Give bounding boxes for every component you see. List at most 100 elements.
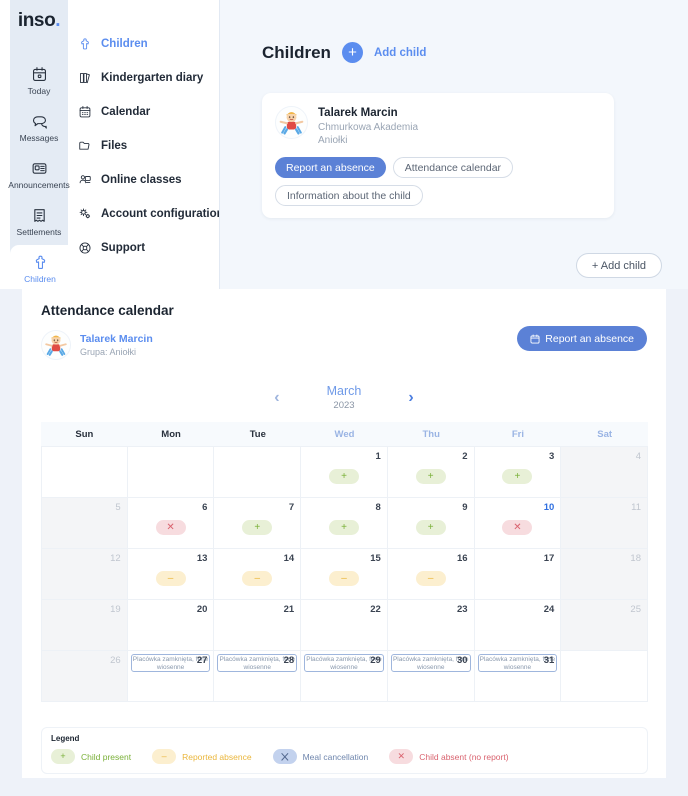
attendance-title: Attendance calendar xyxy=(41,303,174,318)
calendar-day-cell[interactable]: 20 xyxy=(127,600,215,651)
attendance-status-absent-rep[interactable]: – xyxy=(415,571,446,586)
month-navigation: ‹ March 2023 › xyxy=(22,384,666,412)
children-icon xyxy=(35,255,45,269)
rail-item-messages[interactable]: Messages xyxy=(10,104,68,151)
attendance-status-present[interactable]: + xyxy=(328,469,359,484)
nav-item-label: Support xyxy=(101,241,146,254)
announcements-icon xyxy=(32,162,46,174)
calendar-day-cell[interactable]: 8 + xyxy=(301,498,388,549)
calendar-day-cell[interactable]: 3 + xyxy=(474,447,562,498)
nav-item-account-configuration[interactable]: Account configuration xyxy=(78,202,224,225)
student-name[interactable]: Talarek Marcin xyxy=(80,333,153,346)
calendar-day-cell[interactable]: 2 + xyxy=(387,447,475,498)
calendar-day-cell[interactable]: 14– xyxy=(214,549,302,600)
calendar-icon xyxy=(530,334,540,343)
next-month-button[interactable]: › xyxy=(408,390,413,406)
attendance-status-present[interactable]: + xyxy=(242,520,273,535)
child-name: Talarek Marcin xyxy=(318,107,398,119)
rail-item-label: Announcements xyxy=(8,179,70,190)
top-section: inso. Today Messages Announcements Settleme… xyxy=(0,0,688,292)
calendar-weekday-header: Sun Mon Tue Wed Thu Fri Sat xyxy=(41,422,648,446)
calendar-day-cell[interactable]: 22 xyxy=(301,600,388,651)
child-avatar-icon xyxy=(276,107,307,138)
rail-item-today[interactable]: Today xyxy=(10,57,68,104)
nav-item-children[interactable]: Children xyxy=(78,32,218,55)
month-year: 2023 xyxy=(333,400,355,411)
folder-icon xyxy=(79,141,90,150)
nav-item-calendar[interactable]: Calendar xyxy=(78,100,218,123)
calendar-day-cell[interactable]: 5 xyxy=(41,498,128,549)
calendar-day-cell[interactable]: 7 + xyxy=(214,498,302,549)
day-number: 5 xyxy=(115,502,121,513)
calendar-day-cell[interactable]: 19 xyxy=(41,600,128,651)
attendance-status-present[interactable]: + xyxy=(415,520,446,535)
prev-month-button[interactable]: ‹ xyxy=(274,390,279,406)
day-number: 20 xyxy=(196,604,208,615)
calendar-day-cell[interactable]: 17 xyxy=(474,549,562,600)
report-absence-button[interactable]: Report an absence xyxy=(517,326,647,351)
weekday-tue: Tue xyxy=(249,428,266,440)
add-child-button[interactable]: + Add child xyxy=(575,253,662,278)
calendar-day-cell[interactable]: 16– xyxy=(387,549,475,600)
attendance-status-present[interactable]: + xyxy=(502,469,533,484)
calendar-day-cell[interactable]: 1 + xyxy=(301,447,388,498)
nav-item-support[interactable]: Support xyxy=(78,236,218,259)
calendar-day-cell[interactable]: 6 ✕ xyxy=(127,498,215,549)
calendar-day-cell[interactable]: 18 xyxy=(561,549,648,600)
day-number: 19 xyxy=(110,604,121,615)
calendar-day-cell[interactable]: 26 xyxy=(41,651,128,702)
rail-item-settlements[interactable]: Settlements xyxy=(10,198,68,245)
calendar-today-icon xyxy=(31,66,48,83)
calendar-day-cell[interactable]: 13– xyxy=(127,549,215,600)
calendar-day-cell[interactable]: 21 xyxy=(214,600,302,651)
calendar-day-cell[interactable]: 12 xyxy=(41,549,128,600)
calendar-day-cell[interactable]: Placówka zamknięta, ferie wiosenne 27 xyxy=(127,651,215,702)
attendance-status-present[interactable]: + xyxy=(415,469,446,484)
attendance-status-absent-norep[interactable]: ✕ xyxy=(502,520,533,535)
rail-item-list: Today Messages Announcements Settlements Chi… xyxy=(8,57,70,292)
support-icon xyxy=(79,242,91,253)
child-action-report-an-absence[interactable]: Report an absence xyxy=(275,157,386,178)
day-number: 14 xyxy=(283,553,295,564)
rail-item-children[interactable]: Children xyxy=(10,245,70,292)
calendar-day-cell[interactable]: 24 xyxy=(474,600,562,651)
report-absence-label: Report an absence xyxy=(545,332,634,345)
calendar-day-cell[interactable]: Placówka zamknięta, ferie wiosenne 28 xyxy=(214,651,302,702)
calendar-day-cell[interactable]: Placówka zamknięta, ferie wiosenne 29 xyxy=(301,651,388,702)
attendance-status-absent-rep[interactable]: – xyxy=(242,571,273,586)
day-number: 18 xyxy=(630,553,641,564)
calendar-day-cell[interactable]: 11 xyxy=(561,498,648,549)
child-group: Aniołki xyxy=(318,135,348,146)
attendance-status-absent-rep[interactable]: – xyxy=(328,571,359,586)
nav-item-kindergarten-diary[interactable]: Kindergarten diary xyxy=(78,66,218,89)
day-number: 23 xyxy=(456,604,468,615)
nav-item-files[interactable]: Files xyxy=(78,134,218,157)
avatar xyxy=(41,330,71,360)
calendar-day-cell[interactable]: 4 xyxy=(561,447,648,498)
rail-item-announcements[interactable]: Announcements xyxy=(8,151,70,198)
nav-item-online-classes[interactable]: Online classes xyxy=(78,168,218,191)
calendar-day-cell[interactable]: 23 xyxy=(387,600,475,651)
add-child-link[interactable]: Add child xyxy=(374,47,426,59)
add-child-plus-icon[interactable]: + xyxy=(341,42,363,63)
nav-item-label: Account configuration xyxy=(101,207,224,220)
calendar-day-cell[interactable]: Placówka zamknięta, ferie wiosenne 30 xyxy=(387,651,475,702)
attendance-status-present[interactable]: + xyxy=(328,520,359,535)
children-icon xyxy=(32,254,49,271)
day-number: 26 xyxy=(110,655,121,666)
children-panel: Children + Add child Talarek Marcin Chmu… xyxy=(219,0,688,289)
calendar-day-cell[interactable]: 10 ✕ xyxy=(474,498,562,549)
avatar xyxy=(275,106,308,139)
calendar-day-cell[interactable]: Placówka zamknięta, ferie wiosenne 31 xyxy=(474,651,562,702)
child-card-actions: Report an absence Attendance calendar Info… xyxy=(262,147,592,206)
calendar-day-cell[interactable]: 9 + xyxy=(387,498,475,549)
child-action-information-about-the-child[interactable]: Information about the child xyxy=(275,185,423,206)
legend: Legend + Child present – Reported absence Me… xyxy=(41,727,648,774)
weekday-wed: Wed xyxy=(334,428,355,440)
calendar-day-cell[interactable]: 25 xyxy=(561,600,648,651)
attendance-status-absent-rep[interactable]: – xyxy=(155,571,186,586)
month-name: March xyxy=(326,384,362,398)
calendar-day-cell[interactable]: 15– xyxy=(301,549,388,600)
attendance-status-absent-norep[interactable]: ✕ xyxy=(155,520,186,535)
child-action-attendance-calendar[interactable]: Attendance calendar xyxy=(392,157,514,178)
